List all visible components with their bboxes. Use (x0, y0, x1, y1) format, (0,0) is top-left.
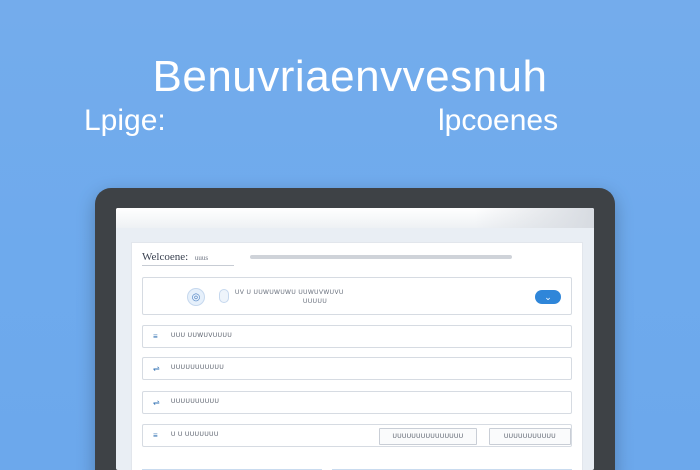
profile-line-1: UV U UUWUWUWU UUWUVWUVU (235, 290, 344, 296)
page-title-text: Welcoene: (142, 251, 189, 263)
list-item-label: U U UUUUUUU (171, 432, 219, 438)
welcome-app: Welcoene: uuus ◎ UV U UUWUWUWU UUWUVWUVU… (131, 242, 583, 470)
hero-subtitle-left: Lpige: (84, 104, 166, 137)
list-item-label: UUUUUUUUUUU (171, 365, 225, 371)
row-action-button[interactable]: UUUUUUUUUUUUUUU (379, 428, 477, 445)
list-icon: ≡ (153, 431, 158, 440)
list-item-label: UUUUUUUUUU (171, 399, 220, 405)
list-item-label: UUU UUWUVUUUU (171, 333, 233, 339)
device-screen: Welcoene: uuus ◎ UV U UUWUWUWU UUWUVWUVU… (116, 208, 594, 470)
expand-toggle[interactable]: ⌄ (535, 290, 561, 304)
hero-subtitle-right: lpcoenes (438, 104, 559, 137)
row-secondary-button[interactable]: UUUUUUUUUUU (489, 428, 571, 445)
progress-bar (250, 255, 512, 259)
profile-card[interactable]: ◎ UV U UUWUWUWU UUWUVWUVU UUUUU ⌄ (142, 277, 572, 315)
list-item[interactable]: ≡ U U UUUUUUU UUUUUUUUUUUUUUU UUUUUUUUUU… (142, 424, 572, 447)
list-icon: ≡ (153, 332, 158, 341)
page-title-suffix: uuus (194, 254, 209, 262)
list-item[interactable]: ≡ UUU UUWUVUUUU (142, 325, 572, 348)
screen-top-bar-shade (474, 208, 594, 228)
page-title: Welcoene: uuus (142, 251, 208, 263)
list-item[interactable]: ⇌ UUUUUUUUUU (142, 391, 572, 414)
title-underline (142, 265, 234, 266)
profile-icon[interactable]: ◎ (187, 288, 205, 306)
profile-line-2: UUUUU (303, 299, 328, 305)
hero-title: Benuvriaenvvesnuh (152, 52, 548, 101)
swap-icon: ⇌ (153, 364, 160, 373)
list-item[interactable]: ⇌ UUUUUUUUUUU (142, 357, 572, 380)
swap-icon: ⇌ (153, 398, 160, 407)
avatar (219, 289, 229, 303)
